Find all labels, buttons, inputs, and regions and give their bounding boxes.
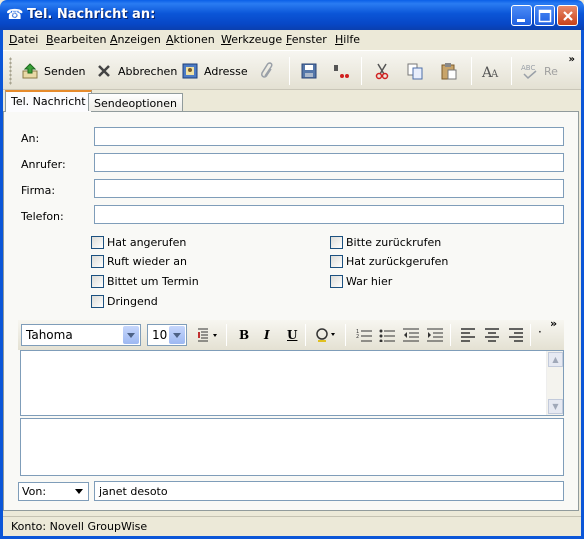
- spellcheck-button[interactable]: ABC Re: [521, 60, 558, 82]
- checkbox-returned-call[interactable]: Hat zurückgerufen: [330, 255, 448, 268]
- checkbox-asks-appointment[interactable]: Bittet um Termin: [91, 275, 199, 288]
- svg-text:2: 2: [356, 334, 359, 340]
- menu-bearbeiten[interactable]: Bearbeiten: [46, 33, 106, 46]
- message-notes[interactable]: [20, 418, 564, 476]
- save-icon[interactable]: [300, 62, 318, 80]
- checkbox-please-call-back[interactable]: Bitte zurückrufen: [330, 236, 441, 249]
- scroll-up-icon[interactable]: ▲: [548, 352, 563, 367]
- size-select-value: 10: [152, 328, 168, 342]
- chevron-down-icon[interactable]: [123, 326, 139, 344]
- checkbox-called[interactable]: Hat angerufen: [91, 236, 186, 249]
- cancel-icon: [98, 65, 110, 77]
- spellcheck-label: Re: [544, 64, 558, 78]
- dial-phone-icon[interactable]: [331, 62, 349, 80]
- align-right-icon[interactable]: [508, 328, 524, 342]
- title-bar: ☎ Tel. Nachricht an:: [0, 0, 584, 30]
- svg-text:ABC: ABC: [521, 64, 535, 72]
- font-select-value: Tahoma: [26, 328, 73, 342]
- company-label: Firma:: [21, 184, 56, 197]
- menu-werkzeuge[interactable]: Werkzeuge: [221, 33, 282, 46]
- cut-icon[interactable]: [373, 62, 391, 80]
- from-field[interactable]: janet desoto: [94, 481, 564, 501]
- indent-style-icon[interactable]: [198, 328, 220, 342]
- highlight-icon[interactable]: [315, 328, 339, 342]
- tab-tel-nachricht[interactable]: Tel. Nachricht: [5, 90, 92, 112]
- caller-field[interactable]: [94, 153, 564, 172]
- menu-aktionen[interactable]: Aktionen: [166, 33, 215, 46]
- message-body[interactable]: ▲ ▼: [20, 350, 564, 416]
- toolbar: Senden Abbrechen Adresse AA ABC Re »: [3, 50, 581, 90]
- paperclip-icon[interactable]: [259, 62, 277, 80]
- scroll-down-icon[interactable]: ▼: [548, 399, 563, 414]
- window-title: Tel. Nachricht an:: [27, 7, 156, 22]
- toolbar-grip[interactable]: [9, 57, 12, 85]
- to-field[interactable]: [94, 127, 564, 146]
- underline-button[interactable]: U: [287, 328, 297, 342]
- align-left-icon[interactable]: [460, 328, 476, 342]
- menu-datei[interactable]: Datei: [9, 33, 38, 46]
- tab-sendeoptionen[interactable]: Sendeoptionen: [88, 93, 183, 111]
- phone-label: Telefon:: [21, 210, 64, 223]
- send-label: Senden: [44, 64, 86, 78]
- increase-indent-icon[interactable]: [427, 328, 443, 342]
- format-toolbar: Tahoma 10 B I U 12 · »: [18, 317, 564, 350]
- chevron-down-icon[interactable]: [169, 326, 185, 344]
- decrease-indent-icon[interactable]: [403, 328, 419, 342]
- to-label: An:: [21, 132, 40, 145]
- address-book-icon: [182, 63, 198, 79]
- menu-fenster[interactable]: Fenster: [286, 33, 327, 46]
- svg-text:A: A: [490, 69, 499, 80]
- send-button[interactable]: Senden: [21, 60, 85, 82]
- cancel-button[interactable]: Abbrechen: [95, 60, 177, 82]
- checkbox-urgent[interactable]: Dringend: [91, 295, 158, 308]
- size-select[interactable]: 10: [147, 324, 187, 346]
- font-icon[interactable]: AA: [481, 62, 499, 80]
- phone-field[interactable]: [94, 205, 564, 224]
- checkbox-was-here[interactable]: War hier: [330, 275, 392, 288]
- checkbox-will-call-again[interactable]: Ruft wieder an: [91, 255, 187, 268]
- scrollbar[interactable]: ▲ ▼: [546, 351, 563, 415]
- menu-bar: Datei Bearbeiten Anzeigen Aktionen Werkz…: [3, 30, 581, 49]
- from-select[interactable]: Von:: [18, 482, 89, 501]
- status-bar: Konto: Novell GroupWise: [3, 516, 581, 536]
- font-select[interactable]: Tahoma: [21, 324, 141, 346]
- company-field[interactable]: [94, 179, 564, 198]
- cancel-label: Abbrechen: [118, 64, 178, 78]
- minimize-button[interactable]: [511, 5, 532, 26]
- bullet-list-icon[interactable]: [379, 328, 395, 342]
- paste-icon[interactable]: [440, 62, 458, 80]
- close-button[interactable]: [557, 5, 578, 26]
- bold-button[interactable]: B: [239, 328, 249, 342]
- from-label: Von:: [22, 485, 47, 498]
- address-label: Adresse: [204, 64, 248, 78]
- toolbar-overflow-icon[interactable]: »: [569, 54, 575, 65]
- copy-icon[interactable]: [406, 62, 424, 80]
- numbered-list-icon[interactable]: 12: [356, 328, 372, 342]
- menu-anzeigen[interactable]: Anzeigen: [110, 33, 161, 46]
- send-icon: [22, 63, 38, 79]
- menu-hilfe[interactable]: Hilfe: [335, 33, 360, 46]
- more-dot-icon[interactable]: ·: [538, 325, 542, 339]
- maximize-button[interactable]: [534, 5, 555, 26]
- chevron-down-icon[interactable]: [72, 484, 87, 499]
- align-center-icon[interactable]: [484, 328, 500, 342]
- caller-label: Anrufer:: [21, 158, 66, 171]
- spellcheck-icon: ABC: [521, 64, 537, 80]
- address-button[interactable]: Adresse: [181, 60, 248, 82]
- italic-button[interactable]: I: [264, 328, 270, 342]
- format-overflow-icon[interactable]: »: [550, 317, 557, 330]
- phone-icon: ☎: [6, 7, 24, 23]
